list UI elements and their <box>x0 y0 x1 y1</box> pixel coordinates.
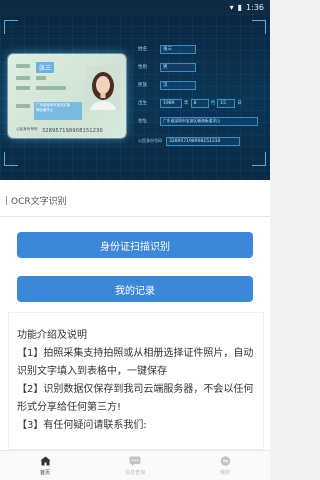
form-gender-value: 男 <box>160 62 196 72</box>
battery-icon: ▮ <box>237 2 243 12</box>
form-address-label: 住址 <box>138 119 148 124</box>
frame-corner <box>4 20 18 34</box>
card-field-line <box>16 86 30 90</box>
form-gender-label: 性别 <box>138 65 148 70</box>
tab-info-query-label: 信息查询 <box>124 469 145 476</box>
form-birth-day: 15 <box>217 98 236 108</box>
card-field-line <box>16 104 30 108</box>
card-address-tag: 广东省深圳市宝安区福 海街道洋山 <box>34 102 82 120</box>
form-name-label: 姓名 <box>138 47 148 52</box>
id-card-scan-button[interactable]: 身份证扫描识别 <box>17 232 253 258</box>
section-header: OCR文字识别 <box>6 194 67 207</box>
banner-carousel[interactable]: 张三 广东省深圳市宝安区福 海街道洋山 公民身份号码 3289571989081… <box>0 14 270 180</box>
intro-line-3: 【3】有任何疑问请联系我们: <box>17 420 147 431</box>
my-records-button[interactable]: 我的记录 <box>17 276 253 302</box>
section-title: OCR文字识别 <box>11 197 67 207</box>
tab-home-label: 首页 <box>39 469 50 476</box>
message-icon <box>129 456 141 467</box>
main-content: OCR文字识别 身份证扫描识别 我的记录 功能介绍及说明 【1】拍照采集支持拍照… <box>0 180 270 450</box>
form-month-unit: 月 <box>210 101 216 106</box>
home-icon <box>39 456 51 467</box>
form-day-unit: 日 <box>237 101 242 106</box>
card-field-line <box>36 76 46 80</box>
feature-intro-panel: 功能介绍及说明 【1】拍照采集支持拍照或从相册选择证件照片，自动识别文字填入到表… <box>8 312 264 450</box>
card-portrait-photo <box>86 66 120 110</box>
card-field-line <box>36 86 66 90</box>
intro-line-2: 【2】识别数据仅保存到我司云端服务器，不会以任何形式分享给任何第三方! <box>17 384 254 413</box>
card-field-line <box>16 64 30 68</box>
frame-corner <box>4 152 18 166</box>
frame-corner <box>252 20 266 34</box>
form-address-value: 广东省深圳市宝安区福海街道洋山 <box>160 116 258 126</box>
id-card-illustration: 张三 广东省深圳市宝安区福 海街道洋山 公民身份号码 3289571989081… <box>8 54 126 138</box>
card-id-number: 328957198908151230 <box>42 128 103 134</box>
form-id-label: 公民身份号码 <box>138 138 162 143</box>
tab-info-query[interactable]: 信息查询 <box>90 451 180 480</box>
form-birth-year: 1989 <box>160 98 182 108</box>
section-title-bar <box>6 196 7 205</box>
form-year-unit: 年 <box>184 101 189 106</box>
form-ethnicity-label: 民族 <box>138 83 148 88</box>
recognized-form-illustration: 姓名 张三 性别 男 民族 汉 出生 1989 年 8 月 15 日 住址 广东… <box>138 40 264 160</box>
form-birth-month: 8 <box>190 98 209 108</box>
status-time: 1:36 <box>246 2 264 12</box>
bottom-tab-bar: 首页 信息查询 我的 <box>0 450 270 480</box>
tab-home[interactable]: 首页 <box>0 451 90 480</box>
card-field-line <box>16 76 30 80</box>
wifi-icon: ▾ <box>229 2 234 12</box>
form-ethnicity-value: 汉 <box>160 80 196 90</box>
tab-profile[interactable]: 我的 <box>180 451 270 480</box>
tab-profile-label: 我的 <box>219 469 230 476</box>
card-name-tag: 张三 <box>36 62 55 73</box>
card-id-label: 公民身份号码 <box>16 127 38 131</box>
intro-line-1: 【1】拍照采集支持拍照或从相册选择证件照片，自动识别文字填入到表格中，一键保存 <box>17 348 254 377</box>
status-bar: ▾ ▮ 1:36 <box>0 0 270 14</box>
form-name-value: 张三 <box>160 44 196 54</box>
card-address-line-2: 海街道洋山 <box>36 108 53 112</box>
profile-icon <box>219 456 231 467</box>
form-birth-label: 出生 <box>138 101 148 106</box>
form-id-value: 328957198908151230 <box>166 136 240 146</box>
portrait-icon <box>90 72 116 110</box>
section-divider <box>0 216 270 217</box>
intro-heading: 功能介绍及说明 <box>17 330 87 341</box>
